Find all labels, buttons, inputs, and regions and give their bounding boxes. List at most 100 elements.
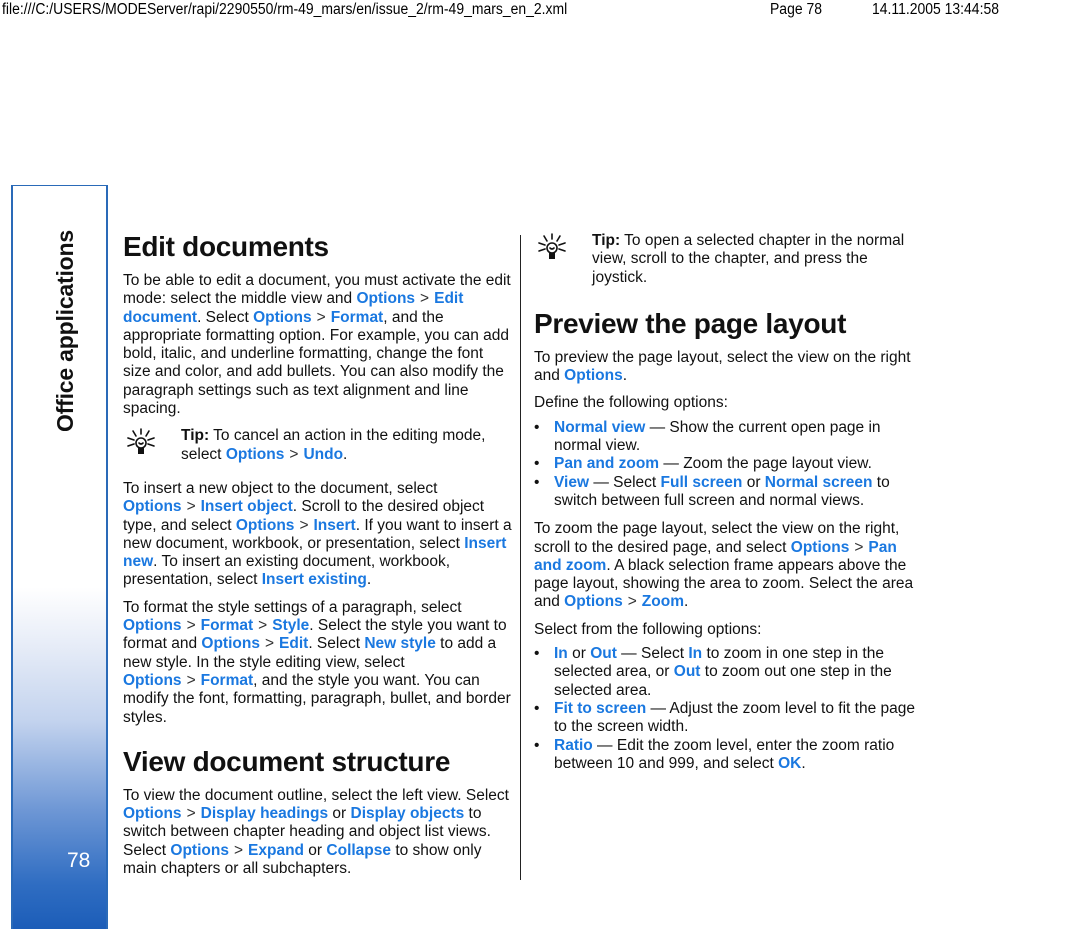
text: To format the style settings of a paragr… <box>123 598 462 616</box>
separator: > <box>233 841 244 859</box>
menu-term: Full screen <box>660 473 743 491</box>
menu-term: Collapse <box>326 841 392 859</box>
bullet: • <box>534 736 540 754</box>
separator: > <box>289 445 299 463</box>
text: . <box>343 445 348 463</box>
text: To insert a new object to the document, … <box>123 479 438 497</box>
menu-term: Fit to screen <box>554 699 647 717</box>
list-item: • View — Select Full screen or Normal scr… <box>534 474 924 511</box>
menu-term: Insert object <box>200 498 293 516</box>
list-item: • Normal view — Show the current open pag… <box>534 419 924 456</box>
list-item: • Ratio — Edit the zoom level, enter the … <box>534 737 924 774</box>
menu-term: Normal screen <box>764 473 873 491</box>
text: or <box>304 841 327 859</box>
page-number: 78 <box>67 849 91 872</box>
menu-term: Options <box>225 445 285 463</box>
menu-term: New style <box>364 635 436 653</box>
menu-term: Format <box>200 671 254 689</box>
menu-term: Options <box>123 498 182 516</box>
text: — Select <box>616 645 689 663</box>
page-label: Page 78 <box>770 1 822 18</box>
menu-term: Style <box>272 617 310 635</box>
text: — Edit the zoom level, enter the zoom ra… <box>554 736 895 772</box>
menu-term: Zoom <box>641 593 684 611</box>
heading-edit-documents: Edit documents <box>123 231 329 262</box>
bullet: • <box>534 699 540 717</box>
text: or <box>567 645 591 663</box>
menu-term: Format <box>330 308 384 326</box>
paragraph: To preview the page layout, select the v… <box>534 349 924 386</box>
bullet: • <box>534 473 540 491</box>
menu-term: Undo <box>303 445 344 463</box>
text: or <box>328 805 351 823</box>
menu-term: Options <box>564 367 623 385</box>
separator: > <box>258 617 268 635</box>
menu-term: Insert <box>313 516 356 534</box>
menu-term: Options <box>170 841 229 859</box>
menu-term: Options <box>123 617 182 635</box>
menu-term: Ratio <box>554 736 593 754</box>
paragraph: To format the style settings of a paragr… <box>123 599 513 727</box>
menu-term: Options <box>201 635 260 653</box>
paragraph: To zoom the page layout, select the view… <box>534 520 924 611</box>
bullet: • <box>534 455 540 473</box>
paragraph: Select from the following options: <box>534 620 762 638</box>
print-datetime: 14.11.2005 13:44:58 <box>872 1 999 18</box>
paragraph: Define the following options: <box>534 394 728 412</box>
lightbulb-icon <box>127 428 155 455</box>
text: . Select <box>197 308 254 326</box>
tip-label: Tip: <box>181 427 210 445</box>
menu-term: Pan and zoom <box>554 455 660 473</box>
separator: > <box>854 538 864 556</box>
tip-label: Tip: <box>592 232 621 249</box>
tip-box: Tip: To open a selected chapter in the n… <box>534 232 924 287</box>
text: . Select <box>308 635 365 653</box>
bullet: • <box>534 418 540 436</box>
list-item: • Pan and zoom — Zoom the page layout vie… <box>534 455 924 473</box>
column-divider <box>520 235 521 880</box>
text: To open a selected chapter in the normal… <box>592 232 905 286</box>
bullet: • <box>534 645 540 663</box>
lightbulb-icon <box>538 233 566 259</box>
menu-term: Format <box>200 617 254 635</box>
menu-term: Options <box>253 308 312 326</box>
menu-term: Options <box>235 516 295 534</box>
menu-term: Normal view <box>554 418 646 436</box>
separator: > <box>299 516 309 534</box>
menu-term: In <box>554 645 568 663</box>
heading-preview-page-layout: Preview the page layout <box>534 307 847 339</box>
text: . <box>683 593 689 611</box>
text: . <box>801 754 806 772</box>
zoom-options-list: • In or Out — Select In to zoom in one st… <box>534 645 924 773</box>
separator: > <box>186 498 196 516</box>
menu-term: Options <box>564 593 623 611</box>
text: — Select <box>589 473 661 491</box>
file-path: file:///C:/USERS/MODEServer/rapi/2290550… <box>2 1 568 18</box>
text: . <box>366 571 372 589</box>
text: or <box>742 473 765 491</box>
section-title: Office applications <box>52 230 78 432</box>
menu-term: Display objects <box>350 805 465 823</box>
separator: > <box>627 593 637 611</box>
separator: > <box>420 290 430 308</box>
menu-term: Options <box>356 290 416 308</box>
menu-term: Expand <box>248 841 304 859</box>
list-item: • Fit to screen — Adjust the zoom level t… <box>534 700 924 737</box>
left-column: Edit documents To be able to edit a docu… <box>123 230 513 887</box>
menu-term: Edit <box>279 635 309 653</box>
heading-view-document-structure: View document structure <box>123 745 451 777</box>
paragraph: To be able to edit a document, you must … <box>123 272 513 418</box>
menu-term: Options <box>790 538 850 556</box>
separator: > <box>264 635 275 653</box>
right-column: Tip: To open a selected chapter in the n… <box>534 232 924 783</box>
separator: > <box>186 617 196 635</box>
paragraph: To view the document outline, select the… <box>123 787 513 878</box>
text: — Zoom the page layout view. <box>659 455 872 473</box>
list-item: • In or Out — Select In to zoom in one st… <box>534 645 924 700</box>
menu-term: Insert existing <box>261 571 367 589</box>
separator: > <box>186 805 196 823</box>
menu-term: OK <box>778 754 802 772</box>
menu-term: Options <box>123 671 182 689</box>
preview-options-list: • Normal view — Show the current open pag… <box>534 419 924 510</box>
print-header: file:///C:/USERS/MODEServer/rapi/2290550… <box>0 0 1065 24</box>
